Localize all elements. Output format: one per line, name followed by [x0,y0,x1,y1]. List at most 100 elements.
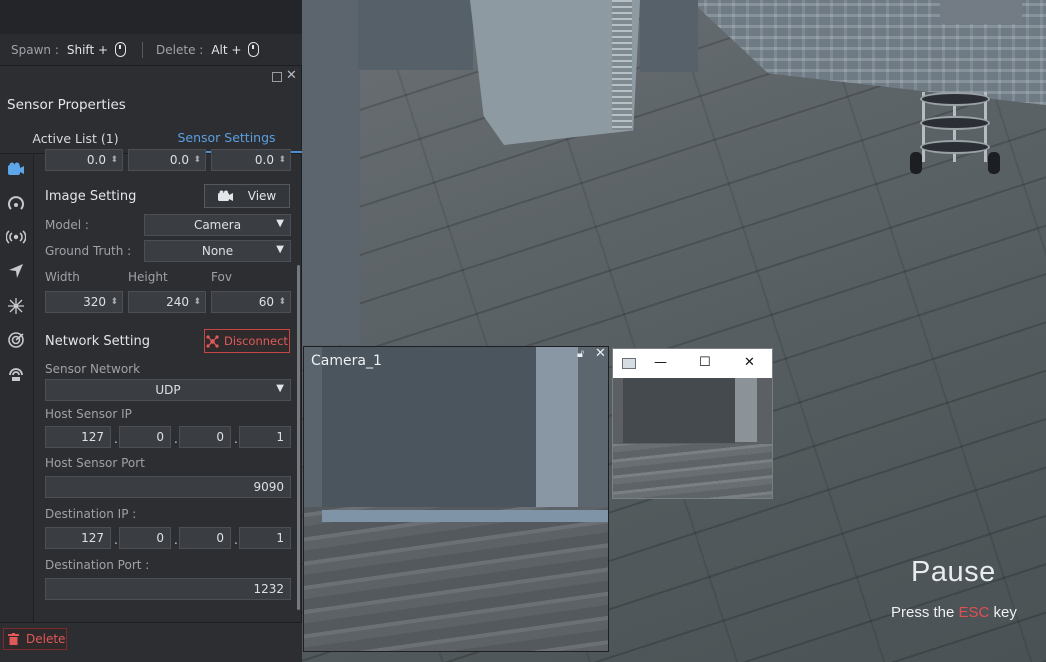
chevron-down-icon: ▼ [276,244,284,255]
robot-deck [920,140,990,154]
camera-scene-wall [322,347,536,517]
network-node-icon[interactable] [6,297,26,317]
unlock-icon[interactable]: 🔓︎ [577,347,589,361]
mouse-icon [115,42,127,57]
trash-icon [8,633,19,645]
ground-truth-value: None [201,244,234,258]
top-strip [0,0,302,34]
host-ip-label: Host Sensor IP [45,407,132,421]
esc-key-label: ESC [958,604,990,621]
preview-pillar [735,378,757,442]
maximize-icon[interactable]: ☐ [699,355,711,370]
height-field[interactable]: 240 [128,291,206,313]
window-titlebar[interactable]: — ☐ ✕ [613,349,772,378]
close-icon[interactable]: ✕ [595,346,606,361]
navigation-icon[interactable] [6,263,26,283]
width-field[interactable]: 320 [45,291,123,313]
position-y-field[interactable]: 0.0 [128,149,206,171]
ip-dot: . [234,432,238,446]
dest-port-field[interactable]: 1232 [45,578,291,600]
ground-truth-label: Ground Truth : [45,244,132,258]
sensor-properties-panel: Spawn : Shift + Delete : Alt + ✕ Sensor … [0,0,302,662]
sensor-type-sidebar [0,155,34,622]
dest-port-label: Destination Port : [45,558,150,572]
robot-model[interactable] [908,82,1000,182]
minimize-icon[interactable]: — [654,355,667,370]
fov-field[interactable]: 60 [211,291,291,313]
panel-scrollbar[interactable] [297,265,300,610]
model-value: Camera [193,218,242,232]
disconnect-label: Disconnect [224,334,288,348]
image-preview-window[interactable]: — ☐ ✕ [612,348,773,499]
ip-dot: . [114,533,118,547]
host-ip-octet-1[interactable]: 127 [45,426,111,448]
robot-deck [920,116,990,130]
disconnect-icon [206,334,219,348]
robot-deck [920,92,990,106]
sensor-network-label: Sensor Network [45,362,141,376]
host-ip-octet-2[interactable]: 0 [119,426,171,448]
preview-image [613,378,772,498]
press-esc-hint: Press the ESC key [891,604,1017,621]
divider [142,41,144,58]
sensor-network-select[interactable]: UDP ▼ [45,379,291,401]
robot-wheel [988,152,1000,174]
dest-ip-octet-2[interactable]: 0 [119,527,171,549]
dest-ip-octet-4[interactable]: 1 [239,527,291,549]
camera-icon [217,190,233,201]
view-button[interactable]: View [204,184,290,208]
preview-floor [613,444,772,498]
ip-dot: . [174,533,178,547]
dest-ip-label: Destination IP : [45,507,137,521]
camera-scene-pillar [536,347,578,512]
model-select[interactable]: Camera ▼ [144,214,291,236]
shortcut-bar: Spawn : Shift + Delete : Alt + [0,34,302,66]
spawn-key: Shift + [66,42,109,57]
scene-cabinet [470,0,640,145]
disconnect-button[interactable]: Disconnect [204,329,290,353]
robot-wheel [910,152,922,174]
ground-truth-select[interactable]: None ▼ [144,240,291,262]
delete-button[interactable]: Delete [3,628,67,650]
camera-window-controls: 🔓︎ ✕ [577,346,606,361]
height-label: Height [128,270,168,284]
model-label: Model : [45,218,89,232]
position-x-field[interactable]: 0.0 [45,149,123,171]
position-z-field[interactable]: 0.0 [211,149,291,171]
mouse-icon [248,42,260,57]
camera-icon[interactable] [6,161,26,181]
width-label: Width [45,270,80,284]
scene-object [940,0,1022,24]
dest-ip-octet-3[interactable]: 0 [179,527,231,549]
dest-ip-octet-1[interactable]: 127 [45,527,111,549]
close-panel-icon[interactable]: ✕ [286,68,297,83]
ip-dot: . [234,533,238,547]
press-prefix: Press the [891,604,959,621]
camera-scene-floor [304,507,608,651]
ip-dot: . [114,432,118,446]
camera-scene-wall [578,347,608,507]
view-label: View [247,189,277,203]
pause-label: Pause [911,556,996,588]
close-icon[interactable]: ✕ [744,355,755,370]
camera-scene-baseboard [322,510,608,522]
delete-shortcut-label: Delete : [156,42,204,57]
host-port-field[interactable]: 9090 [45,476,291,498]
host-ip-octet-4[interactable]: 1 [239,426,291,448]
host-port-label: Host Sensor Port [45,456,145,470]
signal-icon[interactable] [6,195,26,215]
host-ip-octet-3[interactable]: 0 [179,426,231,448]
chevron-down-icon: ▼ [276,218,284,229]
app-icon [622,358,636,369]
spawn-label: Spawn : [11,42,59,57]
panel-title: Sensor Properties [7,97,126,113]
camera-view-window[interactable] [303,346,609,652]
popout-icon[interactable] [272,72,282,82]
delete-label: Delete [26,632,66,646]
broadcast-icon[interactable] [5,229,27,249]
preview-wall [623,378,735,443]
antenna-icon[interactable] [6,365,26,385]
fov-label: Fov [211,270,232,284]
radar-icon[interactable] [6,331,26,351]
press-suffix: key [989,604,1017,621]
